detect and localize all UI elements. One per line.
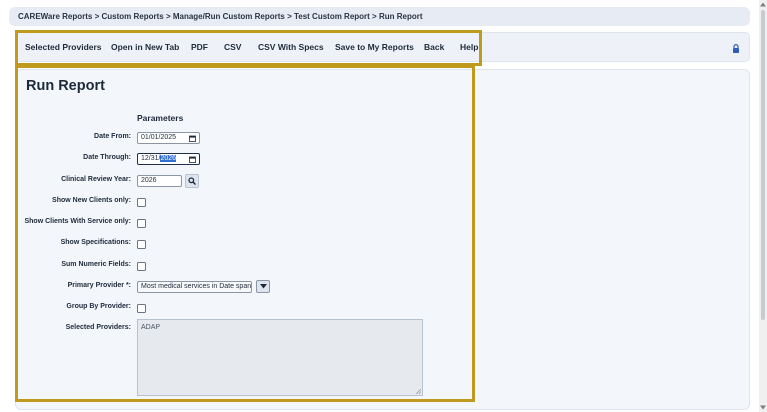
- lock-icon[interactable]: [732, 44, 740, 53]
- form-highlight-frame: [15, 65, 475, 402]
- scrollbar-thumb[interactable]: [761, 10, 765, 320]
- toolbar-highlight-frame: [15, 30, 482, 66]
- scroll-down-icon[interactable]: [760, 405, 766, 410]
- breadcrumb: CAREWare Reports > Custom Reports > Mana…: [9, 7, 750, 26]
- scroll-up-icon[interactable]: [760, 2, 766, 7]
